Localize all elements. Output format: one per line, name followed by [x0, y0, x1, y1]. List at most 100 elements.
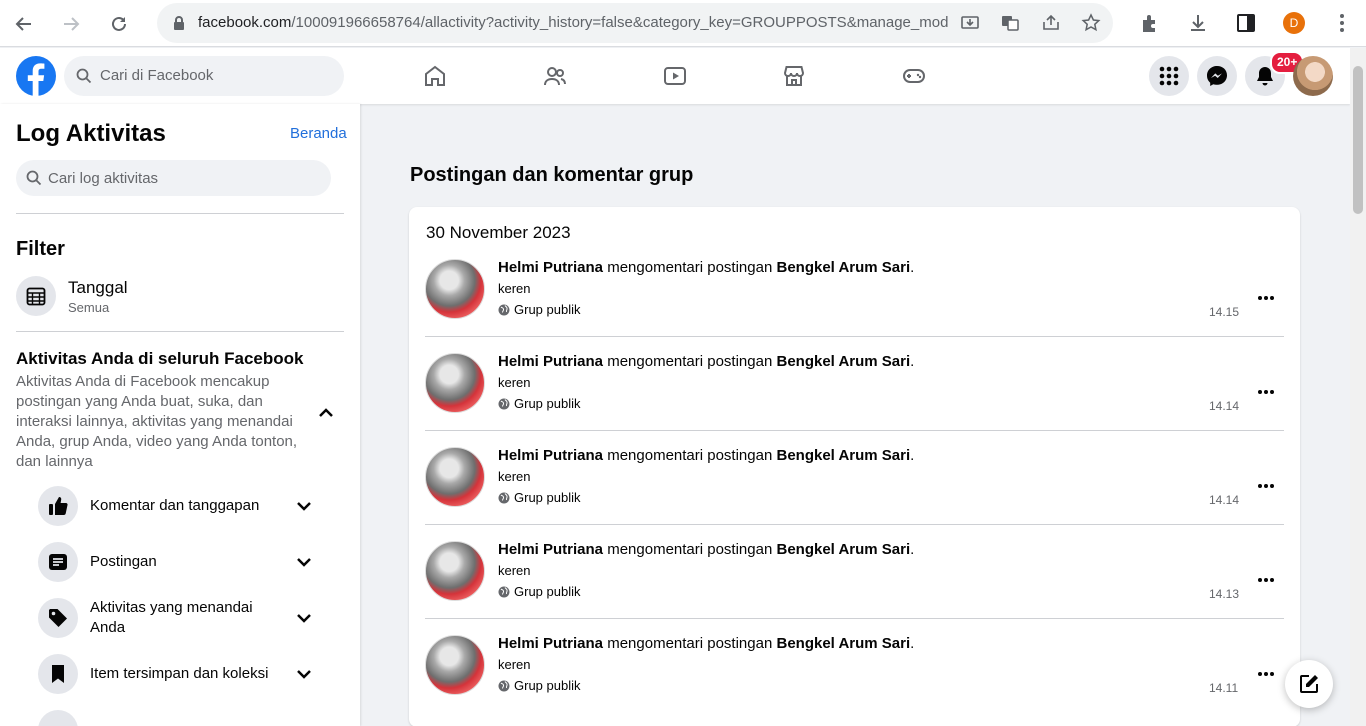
activity-summary: Helmi Putriana mengomentari postingan Be… [498, 353, 915, 370]
activity-verb: mengomentari postingan [607, 353, 773, 370]
url-path: /100091966658764/allactivity?activity_hi… [291, 14, 948, 31]
home-link[interactable]: Beranda [290, 125, 347, 142]
activity-entry[interactable]: Helmi Putriana mengomentari postingan Be… [425, 253, 1284, 347]
actor-name[interactable]: Helmi Putriana [498, 541, 603, 558]
target-name[interactable]: Bengkel Arum Sari [776, 541, 910, 558]
facebook-logo[interactable] [16, 56, 56, 96]
divider [16, 213, 344, 214]
date-filter-label[interactable]: Tanggal [68, 278, 128, 298]
activity-time: 14.13 [1209, 587, 1240, 601]
video-icon[interactable] [663, 64, 687, 88]
category-label: Postingan [90, 553, 157, 570]
comment-text: keren [498, 375, 531, 390]
chevron-down-icon[interactable] [292, 550, 316, 574]
activity-card: 30 November 2023 Helmi Putriana mengomen… [409, 207, 1300, 726]
globe-icon [498, 398, 510, 409]
category-tagged-activity[interactable]: Aktivitas yang menandai Anda [38, 598, 328, 638]
activity-verb: mengomentari postingan [607, 541, 773, 558]
activity-entry[interactable]: Helmi Putriana mengomentari postingan Be… [425, 441, 1284, 535]
globe-icon [498, 304, 510, 315]
marketplace-icon[interactable] [782, 64, 806, 88]
gaming-icon[interactable] [902, 64, 926, 88]
post-thumbnail[interactable] [425, 259, 485, 319]
post-icon [49, 554, 67, 570]
page-scrollbar[interactable] [1350, 48, 1366, 726]
target-name[interactable]: Bengkel Arum Sari [776, 635, 910, 652]
actor-name[interactable]: Helmi Putriana [498, 635, 603, 652]
more-options-icon[interactable] [1257, 383, 1275, 401]
new-message-button[interactable] [1285, 660, 1333, 708]
post-thumbnail[interactable] [425, 541, 485, 601]
profile-avatar[interactable]: D [1283, 12, 1305, 34]
sidebar-title: Log Aktivitas [16, 120, 166, 147]
date-filter-button[interactable] [16, 276, 56, 316]
activity-summary: Helmi Putriana mengomentari postingan Be… [498, 259, 915, 276]
scrollbar-thumb[interactable] [1353, 66, 1363, 214]
target-name[interactable]: Bengkel Arum Sari [776, 353, 910, 370]
globe-icon [498, 586, 510, 597]
category-comments-reactions[interactable]: Komentar dan tanggapan [38, 486, 328, 526]
category-saved-items[interactable]: Item tersimpan dan koleksi [38, 654, 328, 694]
friends-icon[interactable] [543, 64, 567, 88]
extensions-icon[interactable] [1139, 12, 1161, 34]
menu-button[interactable] [1149, 56, 1189, 96]
chevron-up-icon[interactable] [314, 401, 338, 425]
post-thumbnail[interactable] [425, 353, 485, 413]
post-thumbnail[interactable] [425, 635, 485, 695]
download-icon[interactable] [1187, 12, 1209, 34]
install-app-icon[interactable] [960, 13, 980, 33]
facebook-search[interactable]: Cari di Facebook [64, 56, 344, 96]
section-title: Aktivitas Anda di seluruh Facebook [16, 349, 304, 368]
url-host: facebook.com [198, 14, 292, 31]
category-label: Item tersimpan dan koleksi [90, 665, 269, 682]
menu-kebab-icon[interactable] [1331, 12, 1353, 34]
star-icon[interactable] [1081, 13, 1101, 33]
back-button[interactable] [6, 6, 42, 42]
audience: Grup publik [498, 396, 580, 411]
chevron-down-icon[interactable] [292, 662, 316, 686]
activity-entry[interactable]: Helmi Putriana mengomentari postingan Be… [425, 535, 1284, 629]
actor-name[interactable]: Helmi Putriana [498, 447, 603, 464]
target-name[interactable]: Bengkel Arum Sari [776, 447, 910, 464]
translate-icon[interactable] [1000, 13, 1020, 33]
more-options-icon[interactable] [1257, 571, 1275, 589]
more-options-icon[interactable] [1257, 477, 1275, 495]
lock-icon[interactable] [169, 13, 189, 33]
actor-name[interactable]: Helmi Putriana [498, 353, 603, 370]
share-icon[interactable] [1041, 13, 1061, 33]
side-panel-icon[interactable] [1235, 12, 1257, 34]
entry-divider [425, 524, 1284, 525]
activity-verb: mengomentari postingan [607, 447, 773, 464]
comment-text: keren [498, 469, 531, 484]
facebook-f-icon [27, 63, 45, 96]
audience: Grup publik [498, 584, 580, 599]
facebook-top-bar: Cari di Facebook 20+ [0, 48, 1350, 104]
more-options-icon[interactable] [1257, 665, 1275, 683]
grid-menu-icon [1159, 66, 1179, 86]
messenger-button[interactable] [1197, 56, 1237, 96]
chevron-down-icon[interactable] [292, 606, 316, 630]
reload-button[interactable] [101, 6, 137, 42]
compose-icon [1300, 675, 1318, 693]
actor-name[interactable]: Helmi Putriana [498, 259, 603, 276]
divider [16, 331, 344, 332]
address-bar[interactable]: facebook.com/100091966658764/allactivity… [157, 3, 1113, 43]
search-icon [76, 68, 92, 84]
home-icon[interactable] [423, 64, 447, 88]
category-posts[interactable]: Postingan [38, 542, 328, 582]
forward-button[interactable] [53, 6, 89, 42]
activity-entry[interactable]: Helmi Putriana mengomentari postingan Be… [425, 629, 1284, 723]
url-text: facebook.com/100091966658764/allactivity… [198, 14, 948, 31]
activity-time: 14.15 [1209, 305, 1240, 319]
activity-entry[interactable]: Helmi Putriana mengomentari postingan Be… [425, 347, 1284, 441]
activity-search-input[interactable]: Cari log aktivitas [16, 160, 331, 196]
more-options-icon[interactable] [1257, 289, 1275, 307]
post-thumbnail[interactable] [425, 447, 485, 507]
chevron-down-icon[interactable] [292, 494, 316, 518]
activity-verb: mengomentari postingan [607, 259, 773, 276]
reload-icon [112, 16, 126, 31]
account-avatar[interactable] [1293, 56, 1333, 96]
category-more[interactable] [38, 710, 328, 726]
activity-summary: Helmi Putriana mengomentari postingan Be… [498, 447, 915, 464]
target-name[interactable]: Bengkel Arum Sari [776, 259, 910, 276]
